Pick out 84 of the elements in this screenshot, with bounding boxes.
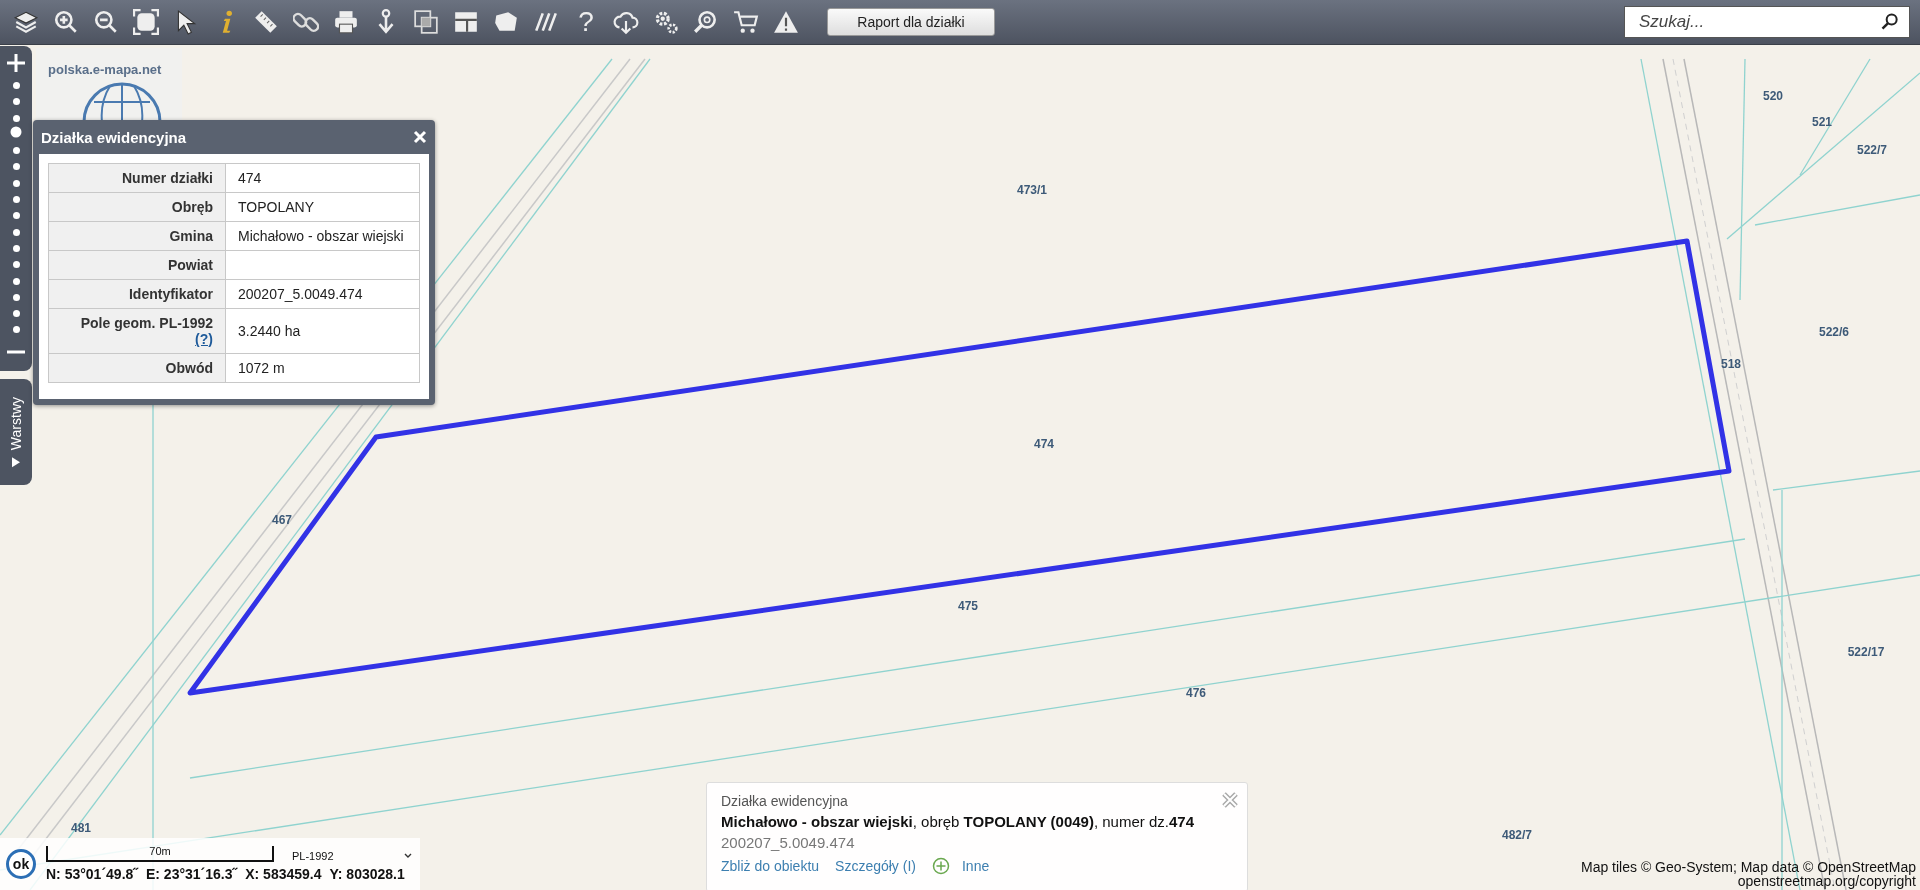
projection-select[interactable]: PL-1992	[292, 850, 412, 862]
zoom-in-icon[interactable]	[53, 9, 79, 35]
zoom-level-dot[interactable]	[12, 261, 20, 269]
box-title: Działka ewidencyjna	[721, 793, 848, 809]
field-value: Michałowo - obszar wiejski	[225, 221, 420, 251]
field-label: Gmina	[48, 221, 226, 251]
parcel-number: 467	[272, 513, 292, 527]
zoom-level-dot[interactable]	[12, 147, 20, 155]
layers-icon[interactable]	[13, 9, 39, 35]
zoom-level-dot[interactable]	[12, 82, 20, 89]
logo-text: polska.e-mapa.net	[48, 62, 162, 77]
zoom-level-dot[interactable]	[12, 277, 20, 285]
field-value: 200207_5.0049.474	[225, 279, 420, 309]
field-label: Pole geom. PL-1992	[79, 315, 213, 331]
parcel-number: 474	[1034, 437, 1054, 451]
zoom-level-dot[interactable]	[12, 179, 20, 187]
action-link[interactable]: Zbliż do obiektu	[721, 858, 820, 874]
cart-icon[interactable]	[733, 9, 759, 35]
zoom-level-dot[interactable]	[12, 98, 20, 106]
field-value: 474	[225, 163, 420, 193]
parcel-number: 476	[1186, 686, 1206, 700]
ruler-icon[interactable]	[253, 9, 279, 35]
full-extent-icon[interactable]	[133, 9, 159, 35]
copy-icon[interactable]	[413, 9, 439, 35]
settings-icon[interactable]	[653, 9, 679, 35]
globe-icon	[80, 82, 164, 122]
zoom-level-dot[interactable]	[12, 293, 20, 301]
print-icon[interactable]	[333, 9, 359, 35]
parcel-number: 521	[1812, 115, 1832, 129]
zoom-level-dot[interactable]	[12, 114, 20, 122]
field-label: Obwód	[48, 353, 226, 383]
search-field[interactable]: Szukaj...	[1624, 6, 1910, 38]
zoom-level-dot[interactable]	[12, 163, 20, 171]
field-label: Identyfikator	[48, 279, 226, 309]
more-link[interactable]: Inne	[962, 858, 990, 874]
zoom-level-dot[interactable]	[12, 212, 20, 220]
attribution-text: Map tiles © Geo-System; Map data © OpenStreetMap	[1581, 860, 1916, 874]
report-button[interactable]: Raport dla działki	[827, 8, 995, 36]
zoom-out-icon[interactable]	[93, 9, 119, 35]
caret-icon	[403, 853, 412, 859]
ok-button[interactable]: ok	[6, 849, 36, 879]
layers-tab[interactable]: Warstwy	[0, 379, 32, 486]
coordinate-readout: E: 23°31´16.3˝	[146, 866, 238, 882]
zoom-slider[interactable]	[12, 82, 20, 334]
plus-icon[interactable]	[932, 857, 950, 875]
cloud-icon[interactable]	[613, 9, 639, 35]
attribution-text: openstreetmap.org/copyright	[1737, 874, 1916, 888]
coordinate-readout: X: 583459.4	[245, 866, 322, 882]
field-value: 3.2440 ha	[225, 308, 420, 354]
zoom-level-dot[interactable]	[12, 310, 20, 318]
layout-icon[interactable]	[453, 9, 479, 35]
field-label: Numer działki	[48, 163, 226, 193]
parcel-number: 473/1	[1017, 183, 1047, 197]
help-link[interactable]: (?)	[195, 331, 213, 347]
parcel-number: 522/17	[1847, 645, 1885, 659]
parcel-number: 520	[1763, 89, 1783, 103]
field-value: 1072 m	[225, 353, 420, 383]
coordinate-readout: N: 53°01´49.8˝	[46, 866, 138, 882]
triangle-icon	[10, 456, 22, 469]
field-value: TOPOLANY	[225, 192, 420, 222]
parcel-number: 522/7	[1857, 143, 1887, 157]
search-icon[interactable]	[1880, 12, 1900, 32]
zoom-slider-thumb[interactable]	[10, 126, 22, 138]
parcel-number: 482/7	[1502, 828, 1532, 842]
action-link[interactable]: Szczegóły (I)	[835, 858, 916, 874]
zoom-level-dot[interactable]	[12, 196, 20, 204]
zoom-level-dot[interactable]	[12, 244, 20, 252]
parcel-number: 481	[71, 821, 91, 835]
field-label: Powiat	[48, 250, 226, 280]
search-icon[interactable]	[693, 9, 719, 35]
zoom-level-dot[interactable]	[12, 326, 20, 334]
help-button[interactable]: ?	[573, 9, 599, 35]
scale-bar: 70m	[46, 846, 274, 862]
zoom-level-dot[interactable]	[12, 228, 20, 236]
zoom-in-icon[interactable]	[4, 52, 28, 74]
warning-icon[interactable]	[773, 9, 799, 35]
field-label: Obręb	[48, 192, 226, 222]
coordinate-readout: Y: 803028.1	[329, 866, 405, 882]
parcel-identifier: 200207_5.0049.474	[721, 834, 856, 851]
window-title: Działka ewidencyjna	[41, 128, 188, 146]
parcel-number: 522/6	[1819, 325, 1849, 339]
parcel-description: Michałowo - obszar wiejski, obręb TOPOLANY (0049), numer dz.474	[721, 813, 1195, 830]
parcel-number: 518	[1721, 357, 1741, 371]
parcel-number: 475	[958, 599, 978, 613]
